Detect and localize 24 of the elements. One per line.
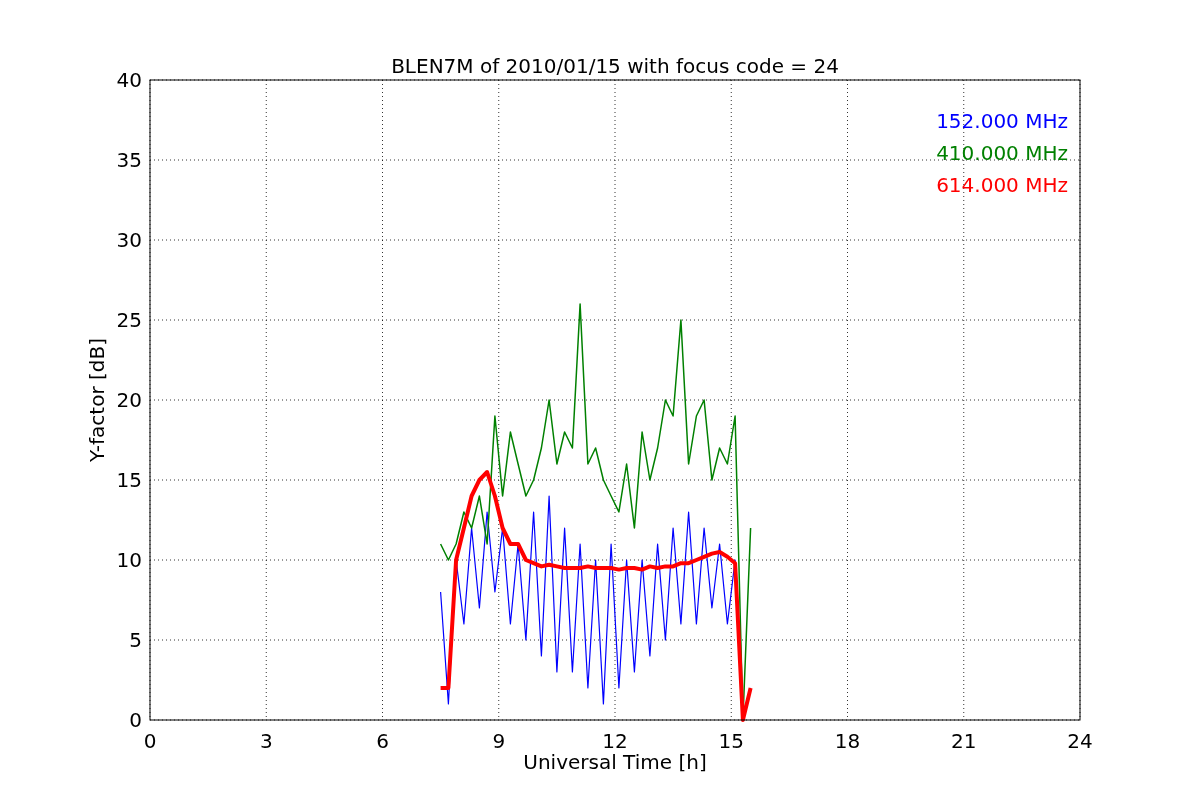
tick-label: 25 [116, 308, 142, 332]
tick-label: 9 [492, 729, 506, 753]
legend-label: 152.000 MHz [936, 109, 1068, 133]
tick-label: 6 [376, 729, 389, 753]
tick-label: 10 [116, 548, 142, 572]
tick-label: 35 [116, 148, 142, 172]
tick-label: 15 [718, 729, 744, 753]
legend-label: 614.000 MHz [936, 173, 1068, 197]
tick-label: 12 [602, 729, 628, 753]
x-axis-title: Universal Time [h] [523, 750, 707, 774]
tick-label: 5 [129, 628, 142, 652]
tick-label: 21 [951, 729, 977, 753]
tick-label: 0 [143, 729, 157, 753]
tick-label: 18 [834, 729, 861, 753]
tick-label: 15 [116, 468, 142, 492]
tick-label: 30 [116, 228, 142, 252]
tick-label: 40 [116, 68, 142, 92]
tick-label: 24 [1067, 729, 1093, 753]
tick-label: 20 [116, 388, 142, 412]
y-axis-title: Y-factor [dB] [85, 338, 109, 462]
tick-label: 0 [129, 708, 142, 732]
chart-title: BLEN7M of 2010/01/15 with focus code = 24 [391, 54, 839, 78]
legend-label: 410.000 MHz [936, 141, 1068, 165]
tick-label: 3 [259, 729, 273, 753]
